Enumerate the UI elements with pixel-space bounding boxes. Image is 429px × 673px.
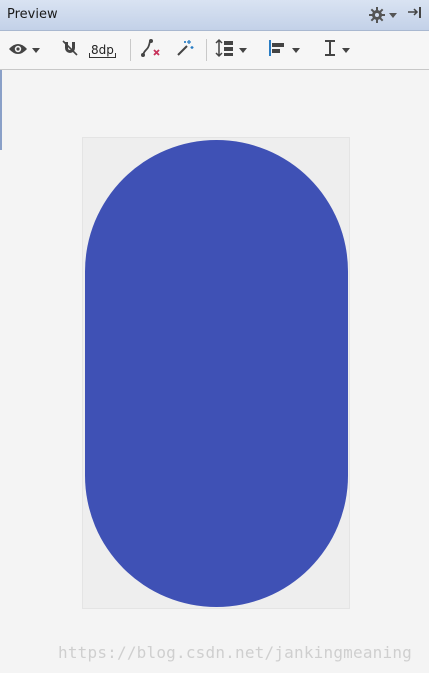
magic-wand-icon [175, 38, 195, 62]
default-margin-label: 8dp [89, 42, 116, 58]
panel-title-bar: Preview [0, 0, 429, 31]
default-margin-button[interactable]: 8dp [89, 38, 116, 62]
pack-button[interactable] [215, 38, 247, 62]
align-left-icon [268, 38, 288, 62]
gear-icon[interactable] [369, 7, 397, 23]
watermark: https://blog.csdn.net/jankingmeaning [58, 643, 412, 662]
clear-constraints-icon [140, 38, 162, 62]
align-button[interactable] [268, 38, 300, 62]
rounded-shape-preview[interactable] [85, 140, 348, 607]
infer-constraints-button[interactable] [175, 38, 195, 62]
view-options-button[interactable] [8, 38, 40, 62]
guidelines-button[interactable] [322, 38, 350, 62]
hide-panel-icon[interactable] [407, 5, 423, 25]
panel-edge [0, 70, 2, 150]
pack-vertical-icon [215, 38, 235, 62]
clear-constraints-button[interactable] [140, 38, 162, 62]
design-toolbar: 8dp [0, 31, 429, 70]
autoconnect-toggle[interactable] [61, 38, 79, 62]
guidelines-icon [322, 38, 338, 62]
magnet-off-icon [61, 39, 79, 61]
panel-title: Preview [7, 7, 58, 22]
eye-icon [8, 41, 28, 60]
